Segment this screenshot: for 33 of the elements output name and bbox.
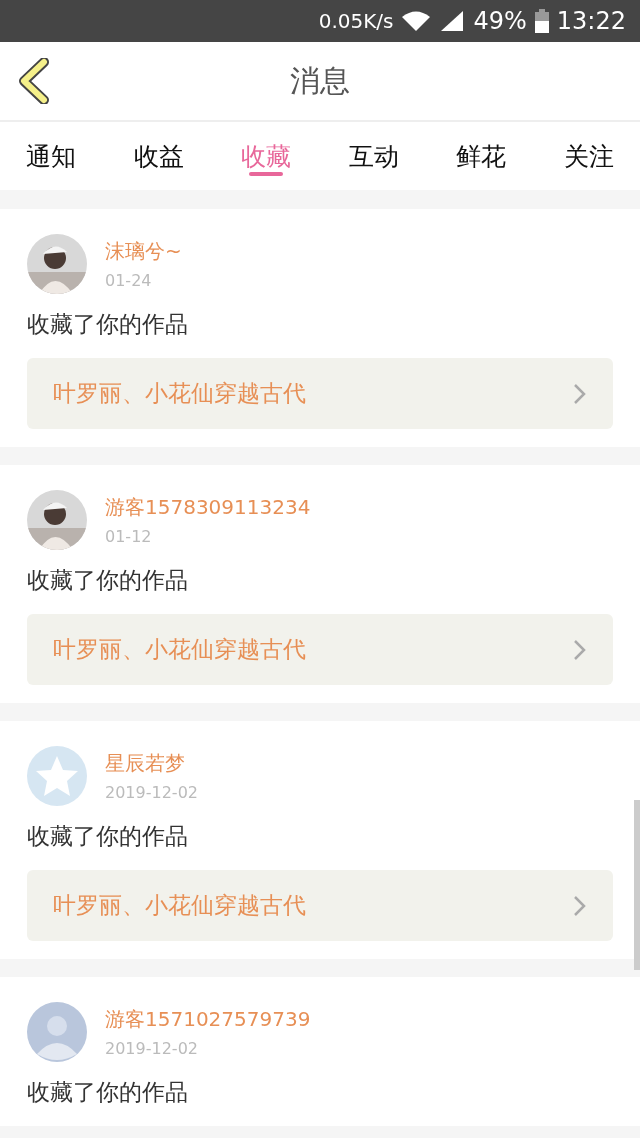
tab[interactable]: 互动 — [334, 122, 413, 190]
message-date: 01-12 — [105, 527, 153, 546]
tab[interactable]: 鲜花 — [442, 122, 521, 190]
user-name[interactable]: 沫璃兮~ — [105, 238, 182, 265]
message-text: 收藏了你的作品 — [27, 1078, 189, 1107]
back-button[interactable] — [16, 58, 50, 104]
message-date: 2019-12-02 — [105, 1039, 199, 1058]
user-name[interactable]: 游客1571027579739 — [105, 1006, 311, 1033]
user-name[interactable]: 游客1578309113234 — [105, 494, 311, 521]
page-title: 消息 — [290, 61, 350, 100]
message-text: 收藏了你的作品 — [27, 822, 189, 851]
message-text: 收藏了你的作品 — [27, 310, 189, 339]
battery-icon — [534, 9, 549, 33]
chevron-icon — [573, 638, 587, 661]
chevron-icon — [573, 894, 587, 917]
signal-icon — [439, 10, 466, 32]
user-name[interactable]: 星辰若梦 — [105, 750, 198, 777]
battery-percent: 49% — [473, 7, 527, 35]
message-text: 收藏了你的作品 — [27, 566, 189, 595]
work-link[interactable]: 叶罗丽、小花仙穿越古代 — [27, 358, 613, 429]
clock: 13:22 — [556, 7, 626, 35]
tab[interactable]: 关注 — [549, 122, 628, 190]
network-speed: 0.05K/s — [318, 9, 394, 33]
message-date: 01-24 — [105, 271, 153, 290]
tab[interactable]: 收藏 — [227, 122, 306, 190]
work-link[interactable]: 叶罗丽、小花仙穿越古代 — [27, 870, 613, 941]
tab[interactable]: 收益 — [119, 122, 198, 190]
avatar-icon — [27, 1002, 87, 1062]
message-date: 2019-12-02 — [105, 783, 198, 802]
work-link[interactable]: 叶罗丽、小花仙穿越古代 — [27, 614, 613, 685]
wifi-icon — [401, 10, 432, 32]
tab[interactable]: 通知 — [12, 122, 90, 190]
chevron-icon — [573, 382, 587, 405]
